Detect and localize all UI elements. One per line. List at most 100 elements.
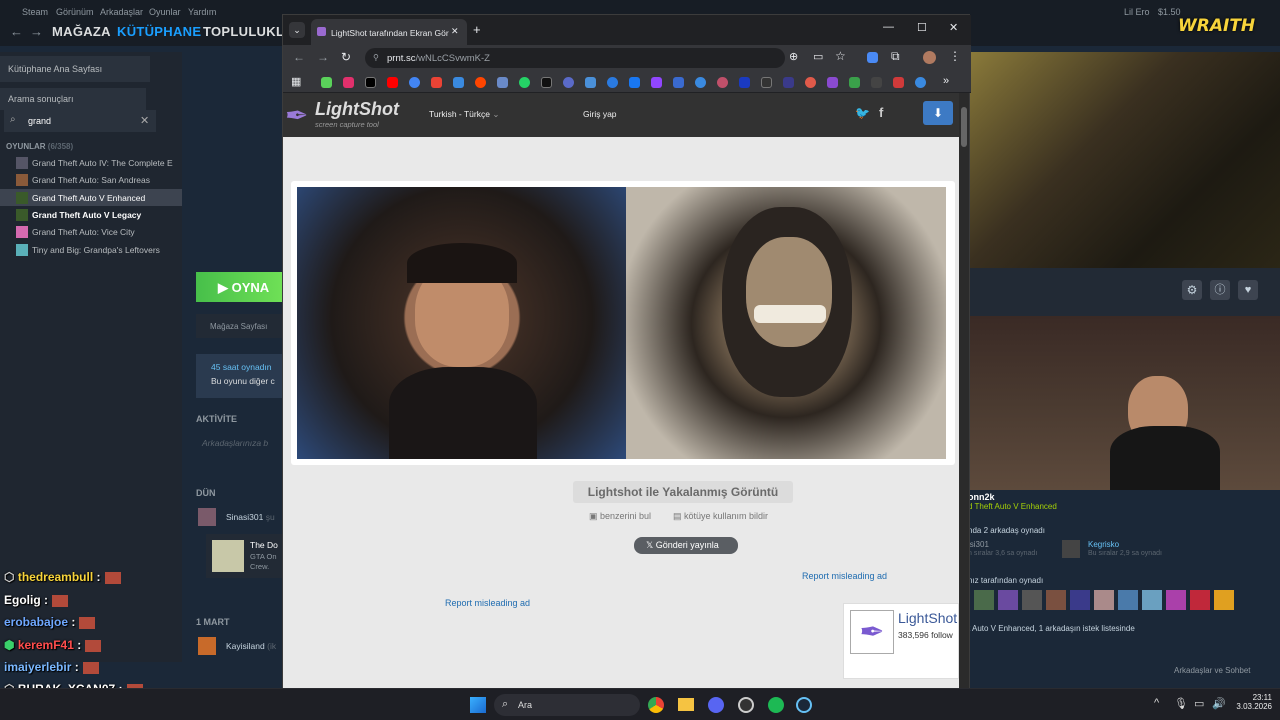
library-search-input[interactable]: grand	[4, 110, 156, 132]
report-ad-link[interactable]: Report misleading ad	[802, 571, 887, 581]
more-bookmarks-icon[interactable]: »	[943, 75, 949, 87]
store-page-button[interactable]: Mağaza Sayfası	[196, 314, 282, 338]
filter-dropdown[interactable]: Arama sonuçları	[0, 88, 146, 110]
menu-view[interactable]: Görünüm	[56, 7, 94, 17]
download-app-icon[interactable]: ⬇	[923, 101, 953, 125]
gear-icon[interactable]: ⚙	[1182, 280, 1202, 300]
language-select[interactable]: Turkish - Türkçe ⌄	[429, 109, 499, 120]
friend-name[interactable]: Kayisiland (ik	[226, 641, 276, 651]
bookmark-instagram-icon[interactable]	[343, 77, 354, 88]
bookmark-icon[interactable]	[761, 77, 772, 88]
bookmark-icon[interactable]	[695, 77, 706, 88]
avatar[interactable]	[1062, 540, 1080, 558]
game-item[interactable]: Grand Theft Auto IV: The Complete E	[0, 154, 182, 171]
avatar[interactable]	[198, 508, 216, 526]
bookmark-icon[interactable]	[563, 77, 574, 88]
maximize-icon[interactable]: ☐	[917, 21, 927, 34]
report-ad-link[interactable]: Report misleading ad	[445, 598, 530, 608]
bookmark-facebook-icon[interactable]	[629, 77, 640, 88]
back-icon[interactable]: ←	[293, 50, 305, 64]
nav-library[interactable]: KÜTÜPHANE	[117, 24, 201, 39]
chrome-icon[interactable]	[648, 697, 664, 713]
bookmark-x-icon[interactable]	[365, 77, 376, 88]
menu-games[interactable]: Oyunlar	[149, 7, 181, 17]
bookmark-youtube-icon[interactable]	[387, 77, 398, 88]
zoom-icon[interactable]: ⊕	[789, 50, 798, 63]
spotify-icon[interactable]	[768, 697, 784, 713]
friend-name[interactable]: isi301	[968, 540, 989, 549]
minimize-icon[interactable]: —	[883, 21, 894, 33]
facebook-page-widget[interactable]: ✒ LightShot 383,596 follow	[843, 603, 959, 679]
mic-icon[interactable]: 🎙	[1174, 697, 1188, 710]
heart-icon[interactable]: ♥	[1238, 280, 1258, 300]
library-home[interactable]: Kütüphane Ana Sayfası	[0, 56, 150, 82]
close-tab-icon[interactable]: ✕	[451, 26, 459, 37]
new-tab-icon[interactable]: +	[473, 22, 481, 37]
play-button[interactable]: ▶ OYNA	[196, 272, 282, 302]
forward-icon[interactable]: →	[317, 50, 329, 64]
apps-grid-icon[interactable]: ▦	[291, 75, 301, 88]
bookmark-icon[interactable]	[739, 77, 750, 88]
news-card[interactable]: The Do GTA On Crew.	[206, 534, 282, 578]
bookmark-twitch-icon[interactable]	[651, 77, 662, 88]
bookmark-icon[interactable]	[849, 77, 860, 88]
file-explorer-icon[interactable]	[678, 698, 694, 711]
post-on-x-button[interactable]: 𝕏 Gönderi yayınla	[634, 537, 738, 554]
login-link[interactable]: Giriş yap	[583, 109, 617, 119]
game-item[interactable]: Grand Theft Auto: Vice City	[0, 223, 182, 240]
scrollbar[interactable]	[959, 93, 969, 689]
bookmark-icon[interactable]	[827, 77, 838, 88]
bookmark-icon[interactable]	[717, 77, 728, 88]
steam-icon[interactable]	[796, 697, 812, 713]
bookmark-icon[interactable]	[607, 77, 618, 88]
friends-chat-button[interactable]: Arkadaşlar ve Sohbet	[1174, 666, 1251, 675]
facebook-icon[interactable]: f	[879, 105, 883, 120]
bookmark-reddit-icon[interactable]	[475, 77, 486, 88]
friend-name[interactable]: Sinasi301 şu	[226, 512, 275, 522]
bookmark-whatsapp-icon[interactable]	[519, 77, 530, 88]
nav-community[interactable]: TOPLULUK	[203, 24, 276, 39]
forward-icon[interactable]: →	[30, 24, 43, 39]
bookmark-icon[interactable]	[585, 77, 596, 88]
volume-icon[interactable]: 🔊	[1212, 697, 1226, 710]
puzzle-icon[interactable]: ⧉	[891, 49, 900, 64]
lightshot-logo[interactable]: LightShot	[315, 99, 399, 120]
game-item[interactable]: Tiny and Big: Grandpa's Leftovers	[0, 241, 182, 258]
bookmark-icon[interactable]	[893, 77, 904, 88]
game-item[interactable]: Grand Theft Auto V Legacy	[0, 206, 182, 223]
username[interactable]: Lil Ero	[1124, 7, 1150, 17]
discord-icon[interactable]	[708, 697, 724, 713]
bookmark-translate-icon[interactable]	[497, 77, 508, 88]
bookmark-icon[interactable]	[673, 77, 684, 88]
bookmark-icon[interactable]	[541, 77, 552, 88]
game-item[interactable]: Grand Theft Auto: San Andreas	[0, 171, 182, 188]
network-icon[interactable]: ▭	[1194, 697, 1204, 710]
clock[interactable]: 23:11 3.03.2026	[1230, 693, 1272, 711]
screenshot-image-right[interactable]	[626, 187, 946, 459]
cast-icon[interactable]: ▭	[813, 50, 823, 63]
url-input[interactable]: ⚲ prnt.sc/wNLcCSvwmK-Z	[365, 48, 785, 68]
back-icon[interactable]: ←	[10, 24, 23, 39]
friend-name[interactable]: Kegrisko	[1088, 540, 1119, 549]
bookmark-icon[interactable]	[805, 77, 816, 88]
avatar[interactable]	[198, 637, 216, 655]
menu-kebab-icon[interactable]: ⋮	[949, 49, 961, 63]
activity-input[interactable]: Arkadaşlarınıza b	[202, 438, 268, 448]
bookmark-icon[interactable]	[871, 77, 882, 88]
tab-lightshot[interactable]: LightShot tarafından Ekran Gör ✕	[311, 19, 467, 45]
menu-help[interactable]: Yardım	[188, 7, 216, 17]
clear-search-icon[interactable]: ✕	[140, 114, 149, 127]
profile-avatar[interactable]	[923, 51, 936, 64]
bookmark-gmail-icon[interactable]	[431, 77, 442, 88]
bookmark-kick-icon[interactable]	[321, 77, 332, 88]
bookmark-star-icon[interactable]: ☆	[835, 49, 846, 63]
tray-chevron-icon[interactable]: ^	[1154, 697, 1159, 709]
reload-icon[interactable]: ↻	[341, 50, 351, 64]
windows-start-icon[interactable]	[470, 697, 486, 713]
game-item-selected[interactable]: Grand Theft Auto V Enhanced	[0, 189, 182, 206]
bookmark-google-icon[interactable]	[409, 77, 420, 88]
bookmark-icon[interactable]	[915, 77, 926, 88]
bookmark-icon[interactable]	[453, 77, 464, 88]
close-window-icon[interactable]: ✕	[949, 21, 958, 34]
scrollbar-thumb[interactable]	[961, 107, 967, 147]
